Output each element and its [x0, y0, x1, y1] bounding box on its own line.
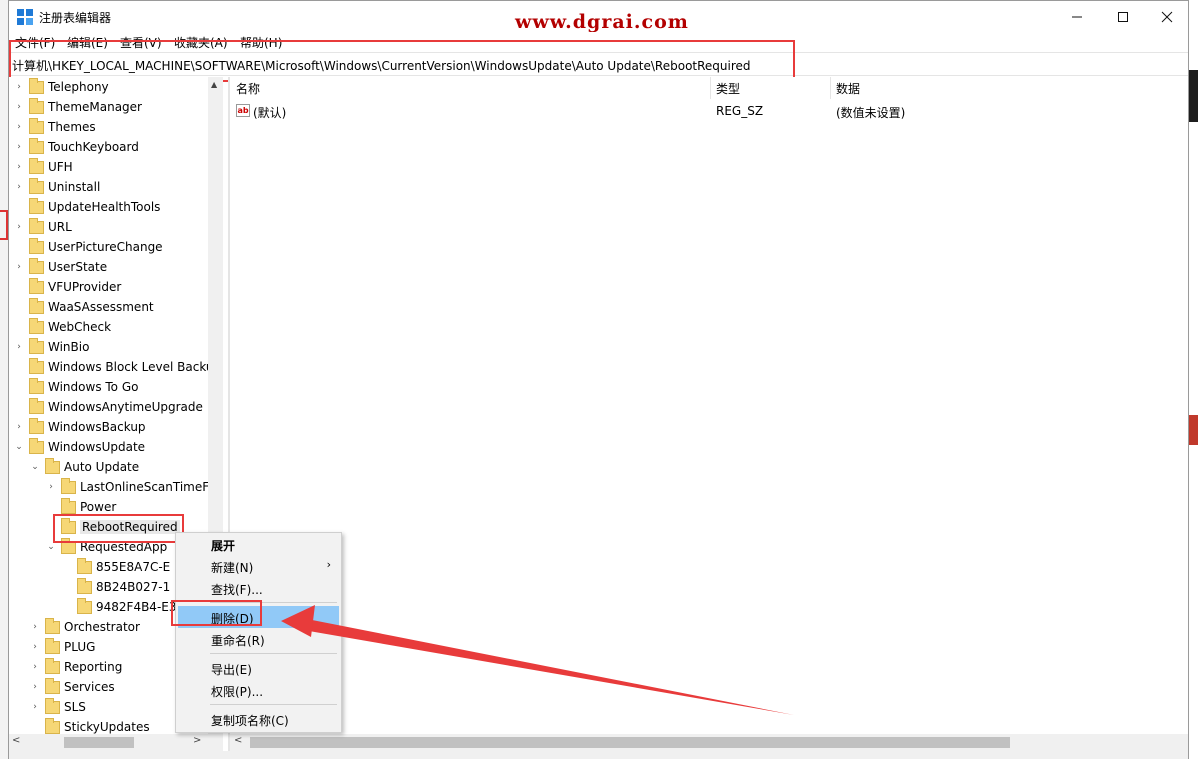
annotation-arrow: [281, 605, 794, 715]
registry-editor-window: 注册表编辑器 www.dgrai.com 文件(F) 编辑(E) 查看(V) 收…: [8, 0, 1189, 759]
background-window-right: [1189, 0, 1198, 759]
background-annotation: [0, 210, 8, 240]
